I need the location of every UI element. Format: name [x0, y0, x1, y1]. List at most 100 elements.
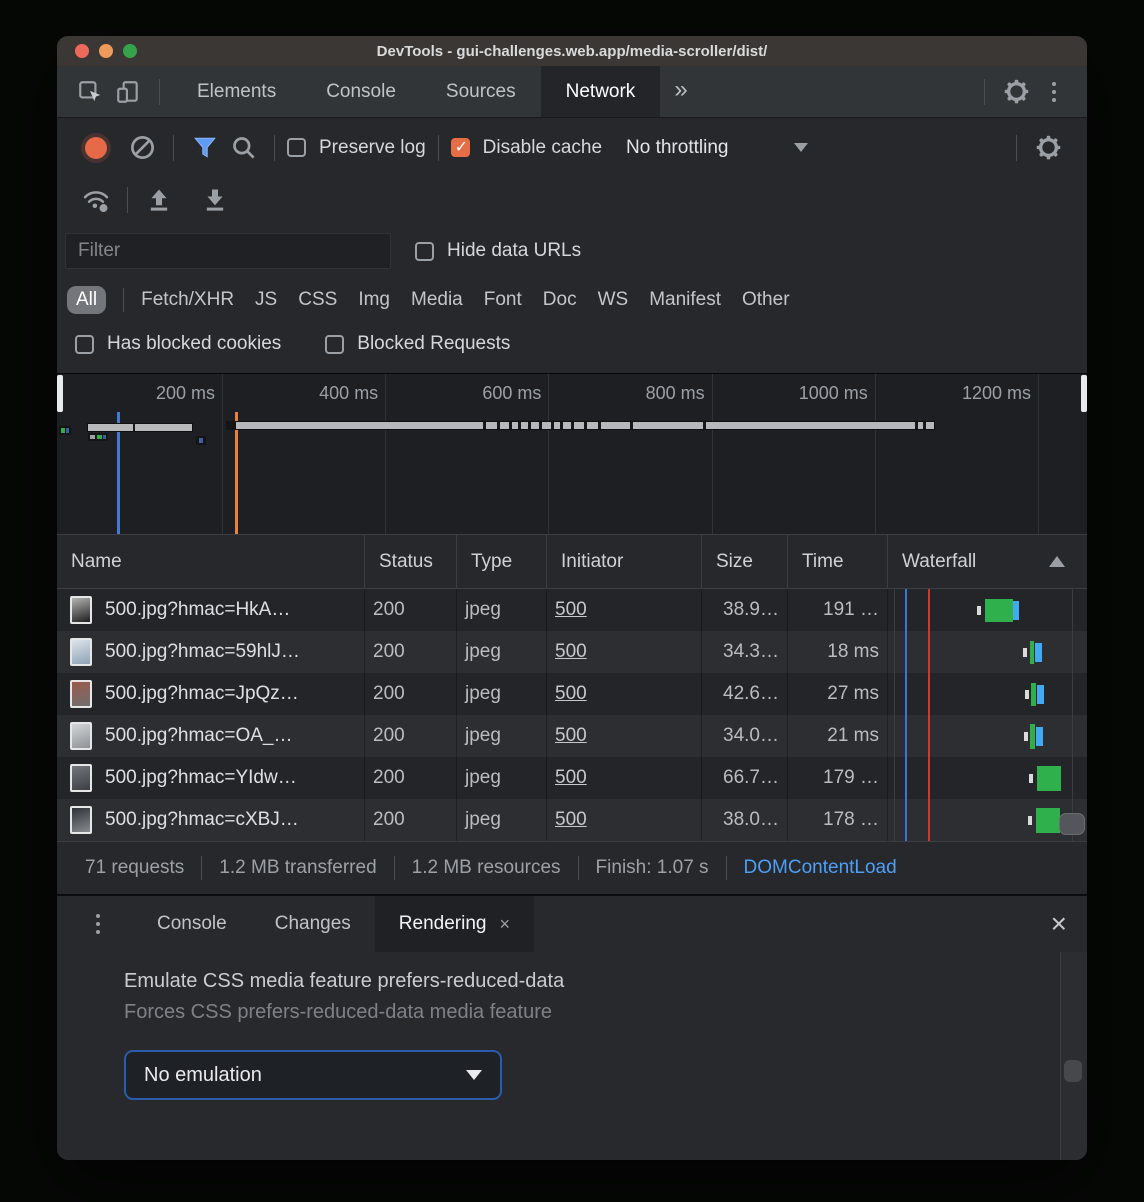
- tab-elements[interactable]: Elements: [172, 66, 301, 117]
- tab-console[interactable]: Console: [301, 66, 421, 117]
- overview-bar: [598, 422, 601, 429]
- request-row[interactable]: 500.jpg?hmac=JpQz…200jpeg50042.6…27 ms: [57, 673, 1087, 715]
- filter-input[interactable]: [65, 233, 391, 269]
- overview-right-grip[interactable]: [1081, 375, 1087, 412]
- network-overview-timeline[interactable]: 200 ms400 ms600 ms800 ms1000 ms1200 ms: [57, 373, 1087, 535]
- overview-bar: [539, 422, 542, 429]
- filter-chip-js[interactable]: JS: [255, 289, 277, 311]
- size-cell: 34.0…: [702, 715, 788, 757]
- table-scrollbar-thumb[interactable]: [1059, 813, 1085, 835]
- column-header-time[interactable]: Time: [788, 535, 888, 588]
- waterfall-bar-tick: [1025, 690, 1029, 699]
- filter-chip-other[interactable]: Other: [742, 289, 790, 311]
- disable-cache-checkbox[interactable]: Disable cache: [451, 137, 602, 159]
- column-header-initiator[interactable]: Initiator: [547, 535, 702, 588]
- divider: [173, 135, 174, 161]
- divider: [984, 79, 985, 105]
- waterfall-dcl-line: [905, 589, 907, 841]
- filter-funnel-icon[interactable]: [186, 129, 224, 167]
- settings-gear-icon[interactable]: [997, 73, 1035, 111]
- request-row[interactable]: 500.jpg?hmac=YIdw…200jpeg50066.7…179 …: [57, 757, 1087, 799]
- waterfall-bar-tick: [1028, 816, 1032, 825]
- checkbox-unchecked: [415, 242, 434, 261]
- initiator-link[interactable]: 500: [555, 599, 587, 621]
- drawer-tab-changes[interactable]: Changes: [251, 896, 375, 952]
- filter-chip-ws[interactable]: WS: [598, 289, 629, 311]
- initiator-link[interactable]: 500: [555, 767, 587, 789]
- filter-chip-manifest[interactable]: Manifest: [649, 289, 721, 311]
- record-network-log-button[interactable]: [85, 137, 107, 159]
- type-cell: jpeg: [457, 715, 547, 757]
- device-toolbar-icon[interactable]: [109, 73, 147, 111]
- name-cell: 500.jpg?hmac=JpQz…: [57, 673, 365, 715]
- network-settings-gear-icon[interactable]: [1029, 129, 1067, 167]
- waterfall-bar-green: [1037, 766, 1061, 791]
- preserve-log-checkbox[interactable]: Preserve log: [287, 137, 426, 159]
- initiator-link[interactable]: 500: [555, 683, 587, 705]
- filter-chip-img[interactable]: Img: [358, 289, 390, 311]
- initiator-link[interactable]: 500: [555, 809, 587, 831]
- initiator-cell: 500: [547, 631, 702, 673]
- menu-kebab-icon[interactable]: [1035, 73, 1073, 111]
- main-toolbar: ElementsConsoleSourcesNetwork »: [57, 66, 1087, 118]
- blocked-requests-checkbox[interactable]: Blocked Requests: [325, 333, 510, 355]
- drawer-menu-kebab-icon[interactable]: [57, 905, 133, 943]
- filter-chip-fetch-xhr[interactable]: Fetch/XHR: [141, 289, 234, 311]
- network-secondary-toolbar: [57, 177, 1087, 223]
- request-row[interactable]: 500.jpg?hmac=HkA…200jpeg50038.9…191 …: [57, 589, 1087, 631]
- filter-chip-font[interactable]: Font: [484, 289, 522, 311]
- filter-row: Hide data URLs: [57, 223, 1087, 279]
- close-tab-icon[interactable]: ×: [499, 914, 510, 935]
- timeline-gridline: [712, 374, 713, 534]
- drawer-tab-rendering[interactable]: Rendering×: [375, 896, 534, 952]
- close-window-button[interactable]: [75, 44, 89, 58]
- column-header-status[interactable]: Status: [365, 535, 457, 588]
- filter-chip-css[interactable]: CSS: [298, 289, 337, 311]
- column-header-type[interactable]: Type: [457, 535, 547, 588]
- status-cell: 200: [365, 757, 457, 799]
- waterfall-bar-green: [1036, 808, 1060, 833]
- column-header-size[interactable]: Size: [702, 535, 788, 588]
- hide-data-urls-checkbox[interactable]: Hide data URLs: [415, 240, 581, 262]
- zoom-window-button[interactable]: [123, 44, 137, 58]
- inspect-element-icon[interactable]: [71, 73, 109, 111]
- type-cell: jpeg: [457, 757, 547, 799]
- column-header-name[interactable]: Name: [57, 535, 365, 588]
- summary-item: 1.2 MB transferred: [219, 857, 376, 879]
- drawer-tab-console[interactable]: Console: [133, 896, 251, 952]
- initiator-link[interactable]: 500: [555, 641, 587, 663]
- column-header-waterfall[interactable]: Waterfall: [888, 535, 1087, 588]
- traffic-lights: [75, 44, 137, 58]
- drawer-scrollbar[interactable]: [1060, 952, 1087, 1160]
- has-blocked-cookies-checkbox[interactable]: Has blocked cookies: [75, 333, 281, 355]
- close-drawer-icon[interactable]: ×: [1051, 910, 1067, 938]
- tab-network[interactable]: Network: [541, 66, 661, 117]
- request-row[interactable]: 500.jpg?hmac=cXBJ…200jpeg50038.0…178 …: [57, 799, 1087, 841]
- overview-left-grip[interactable]: [57, 375, 63, 412]
- minimize-window-button[interactable]: [99, 44, 113, 58]
- timeline-gridline: [1038, 374, 1039, 534]
- more-tabs-chevron[interactable]: »: [660, 76, 701, 104]
- status-cell: 200: [365, 631, 457, 673]
- clear-icon[interactable]: [123, 129, 161, 167]
- divider: [438, 135, 439, 161]
- initiator-link[interactable]: 500: [555, 725, 587, 747]
- tab-sources[interactable]: Sources: [421, 66, 541, 117]
- emulation-select[interactable]: No emulation: [124, 1050, 502, 1100]
- request-row[interactable]: 500.jpg?hmac=59hlJ…200jpeg50034.3…18 ms: [57, 631, 1087, 673]
- filter-chip-doc[interactable]: Doc: [543, 289, 577, 311]
- filter-chip-media[interactable]: Media: [411, 289, 463, 311]
- throttling-select[interactable]: No throttling: [626, 137, 808, 159]
- search-icon[interactable]: [224, 129, 262, 167]
- drawer-scrollbar-thumb[interactable]: [1064, 1060, 1082, 1082]
- import-har-icon[interactable]: [140, 181, 178, 219]
- time-cell: 179 …: [788, 757, 888, 799]
- request-row[interactable]: 500.jpg?hmac=OA_…200jpeg50034.0…21 ms: [57, 715, 1087, 757]
- filter-chip-all[interactable]: All: [67, 286, 106, 314]
- overview-bar: [199, 438, 203, 443]
- blocked-requests-label: Blocked Requests: [357, 333, 510, 355]
- network-conditions-icon[interactable]: [77, 181, 115, 219]
- waterfall-gridline: [894, 589, 895, 841]
- export-har-icon[interactable]: [196, 181, 234, 219]
- waterfall-bar-blue: [1013, 601, 1019, 620]
